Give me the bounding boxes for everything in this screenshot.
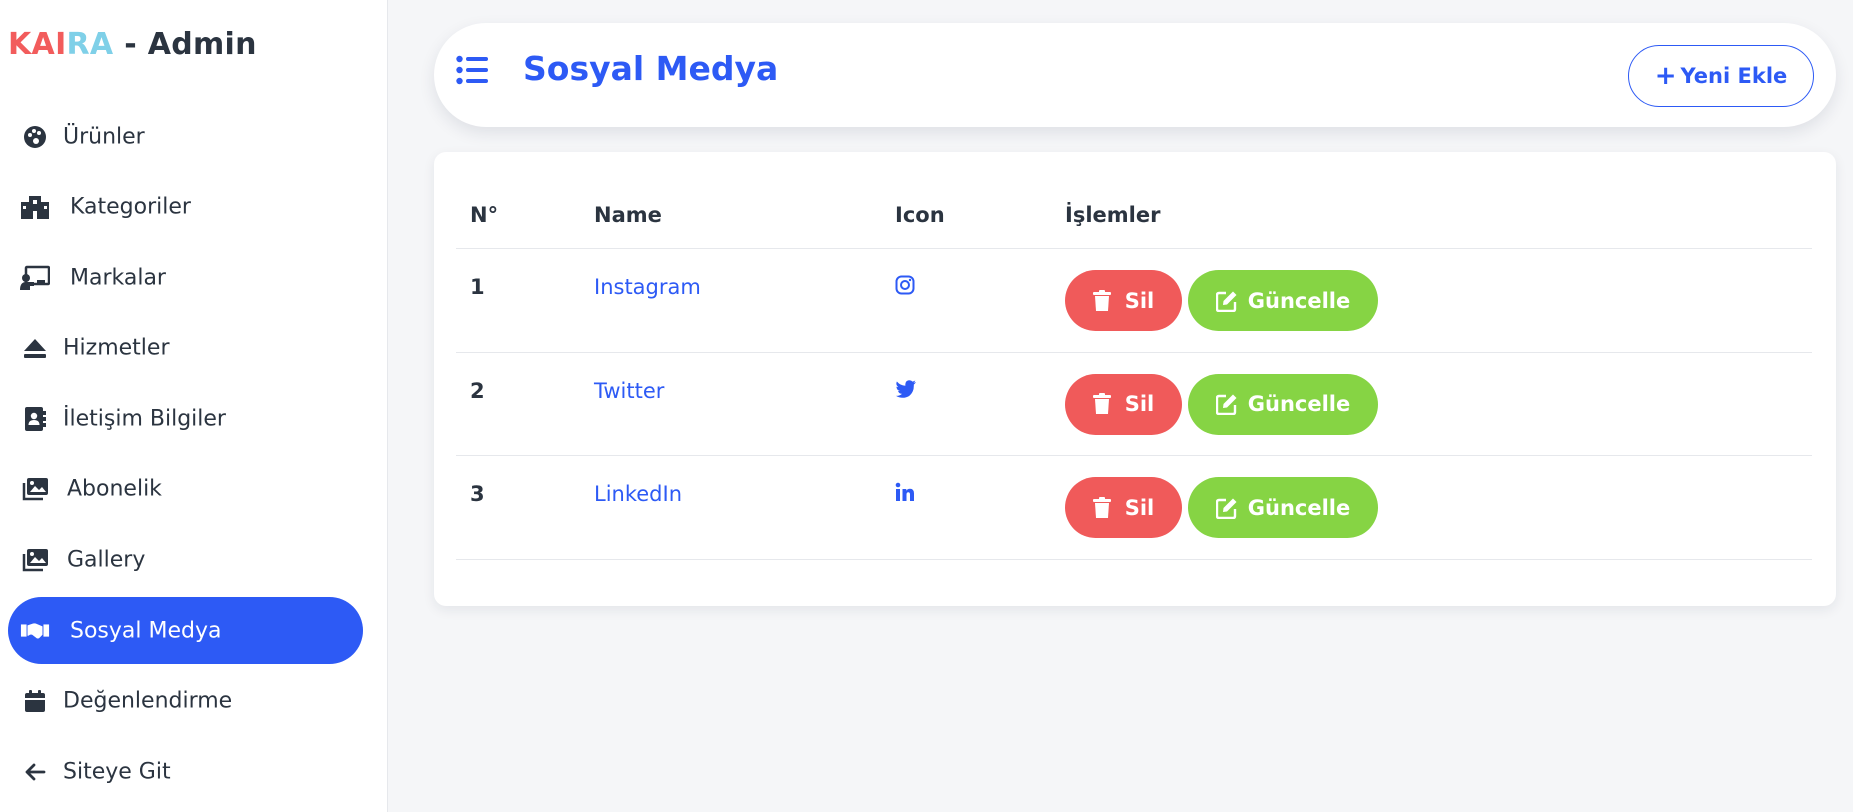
page-title: Sosyal Medya [523,49,779,88]
row-number: 2 [470,378,485,403]
delete-button[interactable]: Sil [1065,270,1182,331]
row-number: 1 [470,275,485,299]
sidebar-item-degerlendirme[interactable]: Değenlendirme [8,668,363,735]
handshake-icon [20,616,50,646]
update-button[interactable]: Güncelle [1188,477,1378,538]
sidebar-item-urunler[interactable]: Ürünler [8,103,363,170]
sidebar-item-label: İletişim Bilgiler [63,406,226,432]
sidebar-item-siteye-git[interactable]: Siteye Git [8,738,363,805]
new-button-label: Yeni Ekle [1680,64,1788,88]
linkedin-icon [895,482,919,506]
images-icon [20,545,50,575]
plus-icon: + [1654,61,1677,91]
row-number: 3 [470,482,485,506]
brand-part-1: KAI [8,27,67,62]
row-name-link[interactable]: Instagram [594,275,701,299]
palette-icon [20,122,50,152]
column-header-actions: İşlemler [1065,203,1161,227]
sidebar-item-label: Sosyal Medya [70,618,222,644]
calendar-icon [20,686,50,716]
row-actions: Sil Güncelle [1065,270,1378,331]
images-icon [20,474,50,504]
sidebar-item-label: Değenlendirme [63,688,233,714]
sidebar-nav: Ürünler Kategoriler Markalar Hizmetler İ… [8,103,363,809]
update-button[interactable]: Güncelle [1188,270,1378,331]
table-card: N° Name Icon İşlemler 1 Instagram Sil Gü… [434,152,1836,606]
delete-button[interactable]: Sil [1065,373,1182,435]
table-header: N° Name Icon İşlemler [456,182,1812,249]
sidebar-item-label: Gallery [67,547,146,573]
row-name-link[interactable]: LinkedIn [594,482,682,506]
address-book-icon [20,404,50,434]
sidebar-item-kategoriler[interactable]: Kategoriler [8,174,363,241]
trash-icon [1092,496,1115,519]
update-button[interactable]: Güncelle [1188,373,1378,435]
sidebar-item-label: Abonelik [67,476,162,502]
list-icon[interactable] [456,55,490,89]
sidebar-item-hizmetler[interactable]: Hizmetler [8,315,363,382]
update-button-label: Güncelle [1247,288,1351,313]
sidebar-item-label: Ürünler [63,124,145,149]
instagram-icon [895,275,919,299]
sidebar-item-markalar[interactable]: Markalar [8,244,363,311]
sidebar-item-abonelik[interactable]: Abonelik [8,456,363,523]
delete-button[interactable]: Sil [1065,477,1182,538]
update-button-label: Güncelle [1247,495,1351,520]
brand-part-2: RA [66,27,114,62]
table-row: 2 Twitter Sil Güncelle [456,353,1812,456]
building-icon [20,192,50,222]
edit-icon [1215,497,1238,519]
page-header: Sosyal Medya + Yeni Ekle [434,23,1836,127]
sidebar-item-iletisim[interactable]: İletişim Bilgiler [8,385,363,452]
sidebar-item-label: Kategoriler [70,194,191,220]
twitter-icon [895,379,919,403]
delete-button-label: Sil [1124,495,1155,520]
trash-icon [1092,289,1115,312]
row-name-link[interactable]: Twitter [594,379,664,403]
arrow-left-icon [20,757,50,787]
new-button[interactable]: + Yeni Ekle [1628,45,1814,107]
eject-icon [20,333,50,363]
edit-icon [1215,290,1238,312]
column-header-icon: Icon [895,203,945,227]
sidebar-item-gallery[interactable]: Gallery [8,527,363,594]
sidebar-item-label: Siteye Git [63,759,171,785]
trash-icon [1092,393,1115,415]
presentation-icon [20,263,50,293]
sidebar-item-label: Hizmetler [63,335,170,361]
table-row: 1 Instagram Sil Güncelle [456,249,1812,353]
edit-icon [1215,393,1238,415]
sidebar-item-label: Markalar [70,265,166,291]
update-button-label: Güncelle [1247,392,1351,416]
delete-button-label: Sil [1124,392,1155,416]
row-actions: Sil Güncelle [1065,477,1378,538]
brand-part-3: - Admin [113,27,257,62]
social-media-table: N° Name Icon İşlemler 1 Instagram Sil Gü… [456,182,1812,560]
table-row: 3 LinkedIn Sil Güncelle [456,456,1812,560]
sidebar-item-sosyal-medya[interactable]: Sosyal Medya [8,597,363,665]
delete-button-label: Sil [1124,288,1155,313]
sidebar: KAIRA - Admin Ürünler Kategoriler Markal… [0,0,388,812]
column-header-no: N° [470,203,499,227]
brand-logo[interactable]: KAIRA - Admin [8,27,257,62]
column-header-name: Name [594,203,662,227]
row-actions: Sil Güncelle [1065,373,1378,435]
